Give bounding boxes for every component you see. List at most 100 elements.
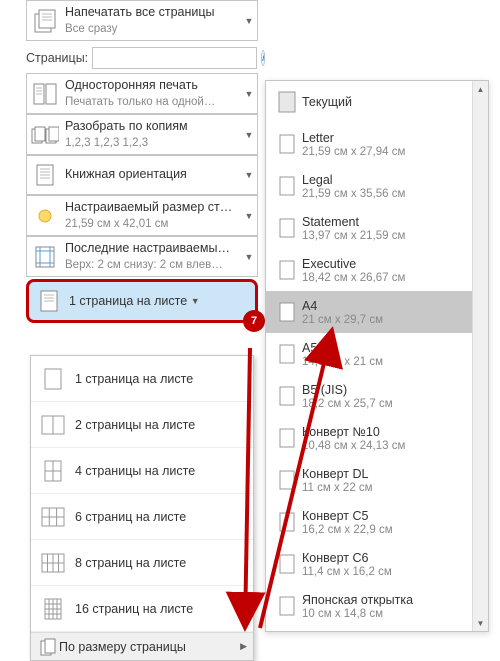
menu-item-6-pages[interactable]: 6 страниц на листе	[31, 494, 253, 540]
paper-icon	[272, 301, 302, 323]
paper-name: Японская открытка	[302, 593, 466, 607]
duplex-sub: Печатать только на одной…	[65, 95, 239, 109]
paper-dim: 10,48 см x 24,13 см	[302, 440, 466, 452]
paper-name: Executive	[302, 257, 466, 271]
paper-size-option[interactable]: Letter21,59 см x 27,94 см	[266, 123, 472, 165]
paper-size-option[interactable]: Legal21,59 см x 35,56 см	[266, 165, 472, 207]
paper-icon	[272, 511, 302, 533]
menu-item-label: 2 страницы на листе	[75, 418, 195, 432]
pages-per-sheet-menu: 1 страница на листе 2 страницы на листе …	[30, 355, 254, 661]
paper-dim: 11 см x 22 см	[302, 482, 466, 494]
paper-name: A4	[302, 299, 466, 313]
paper-icon	[272, 553, 302, 575]
chevron-down-icon: ▼	[241, 130, 257, 140]
collate-dropdown[interactable]: Разобрать по копиям 1,2,3 1,2,3 1,2,3 ▼	[26, 114, 258, 155]
paper-size-option[interactable]: Конверт №1010,48 см x 24,13 см	[266, 417, 472, 459]
paper-size-title: Настраиваемый размер ст…	[65, 200, 239, 216]
paper-size-option[interactable]: Statement13,97 см x 21,59 см	[266, 207, 472, 249]
menu-item-label: 16 страниц на листе	[75, 602, 193, 616]
scroll-down-icon[interactable]: ▼	[473, 615, 488, 631]
page-stack-icon	[27, 3, 63, 39]
paper-dim: 16,2 см x 22,9 см	[302, 524, 466, 536]
pages-per-sheet-title: 1 страница на листе	[69, 294, 187, 308]
scroll-up-icon[interactable]: ▲	[473, 81, 488, 97]
paper-name: Letter	[302, 131, 466, 145]
paper-size-option[interactable]: Конверт DL11 см x 22 см	[266, 459, 472, 501]
paper-size-sub: 21,59 см x 42,01 см	[65, 217, 239, 231]
paper-current-label: Текущий	[302, 95, 466, 109]
duplex-dropdown[interactable]: Односторонняя печать Печатать только на …	[26, 73, 258, 114]
menu-item-1-page[interactable]: 1 страница на листе	[31, 356, 253, 402]
scale-label: По размеру страницы	[59, 640, 240, 654]
menu-item-label: 1 страница на листе	[75, 372, 193, 386]
paper-name: Legal	[302, 173, 466, 187]
menu-item-8-pages[interactable]: 8 страниц на листе	[31, 540, 253, 586]
paper-size-option[interactable]: Конверт C516,2 см x 22,9 см	[266, 501, 472, 543]
paper-dim: 13,97 см x 21,59 см	[302, 230, 466, 242]
paper-name: Конверт №10	[302, 425, 466, 439]
paper-size-current[interactable]: Текущий	[266, 81, 472, 123]
duplex-title: Односторонняя печать	[65, 78, 239, 94]
paper-icon	[272, 595, 302, 617]
menu-item-label: 6 страниц на листе	[75, 510, 186, 524]
print-range-title: Напечатать все страницы	[65, 5, 239, 21]
paper-size-option[interactable]: B5 (JIS)18,2 см x 25,7 см	[266, 375, 472, 417]
grid-6-icon	[31, 506, 75, 528]
pages-row: Страницы: i	[26, 47, 258, 69]
chevron-right-icon: ▶	[240, 641, 247, 652]
print-range-dropdown[interactable]: Напечатать все страницы Все сразу ▼	[26, 0, 258, 41]
margins-dropdown[interactable]: Последние настраиваемы… Верх: 2 см снизу…	[26, 236, 258, 277]
pages-per-sheet-dropdown[interactable]: 1 страница на листе ▼ 7	[26, 279, 258, 323]
collate-icon	[27, 117, 63, 153]
menu-item-label: 8 страниц на листе	[75, 556, 186, 570]
paper-dim: 21,59 см x 27,94 см	[302, 146, 466, 158]
paper-size-dropdown[interactable]: Настраиваемый размер ст… 21,59 см x 42,0…	[26, 195, 258, 236]
orientation-dropdown[interactable]: Книжная ориентация ▼	[26, 155, 258, 195]
step-badge: 7	[243, 310, 265, 332]
margins-sub: Верх: 2 см снизу: 2 см влев…	[65, 258, 239, 272]
collate-title: Разобрать по копиям	[65, 119, 239, 135]
margins-title: Последние настраиваемы…	[65, 241, 239, 257]
chevron-down-icon: ▼	[241, 252, 257, 262]
paper-dim: 10 см x 14,8 см	[302, 608, 466, 620]
paper-size-option[interactable]: Executive18,42 см x 26,67 см	[266, 249, 472, 291]
portrait-icon	[27, 157, 63, 193]
scale-icon	[37, 638, 59, 656]
pages-input[interactable]	[92, 47, 257, 69]
grid-2-icon	[31, 414, 75, 436]
collate-sub: 1,2,3 1,2,3 1,2,3	[65, 136, 239, 150]
paper-dim: 18,2 см x 25,7 см	[302, 398, 466, 410]
paper-icon	[272, 90, 302, 114]
grid-4-icon	[31, 458, 75, 484]
paper-icon	[272, 469, 302, 491]
pages-label: Страницы:	[26, 51, 88, 65]
paper-size-option[interactable]: A514,8 см x 21 см	[266, 333, 472, 375]
paper-icon	[272, 133, 302, 155]
grid-1-icon	[31, 366, 75, 392]
paper-icon	[272, 343, 302, 365]
paper-size-option[interactable]: Японская открытка10 см x 14,8 см	[266, 585, 472, 627]
paper-size-option[interactable]: Конверт C611,4 см x 16,2 см	[266, 543, 472, 585]
chevron-down-icon: ▼	[241, 211, 257, 221]
paper-icon	[272, 259, 302, 281]
paper-size-flyout: Текущий Letter21,59 см x 27,94 смLegal21…	[265, 80, 489, 632]
paper-name: Конверт DL	[302, 467, 466, 481]
one-page-icon	[29, 289, 69, 313]
menu-item-16-pages[interactable]: 16 страниц на листе	[31, 586, 253, 632]
print-range-sub: Все сразу	[65, 22, 239, 36]
grid-8-icon	[31, 552, 75, 574]
paper-size-option[interactable]: A421 см x 29,7 см	[266, 291, 472, 333]
menu-item-4-pages[interactable]: 4 страницы на листе	[31, 448, 253, 494]
paper-icon	[272, 175, 302, 197]
paper-name: Statement	[302, 215, 466, 229]
menu-item-2-pages[interactable]: 2 страницы на листе	[31, 402, 253, 448]
scale-to-paper-size[interactable]: По размеру страницы ▶	[31, 632, 253, 660]
orientation-title: Книжная ориентация	[65, 167, 239, 183]
paper-dim: 18,42 см x 26,67 см	[302, 272, 466, 284]
margins-icon	[27, 239, 63, 275]
scrollbar[interactable]: ▲ ▼	[472, 81, 488, 631]
paper-name: Конверт C6	[302, 551, 466, 565]
paper-icon	[272, 427, 302, 449]
paper-icon	[272, 385, 302, 407]
info-icon[interactable]: i	[261, 50, 265, 66]
